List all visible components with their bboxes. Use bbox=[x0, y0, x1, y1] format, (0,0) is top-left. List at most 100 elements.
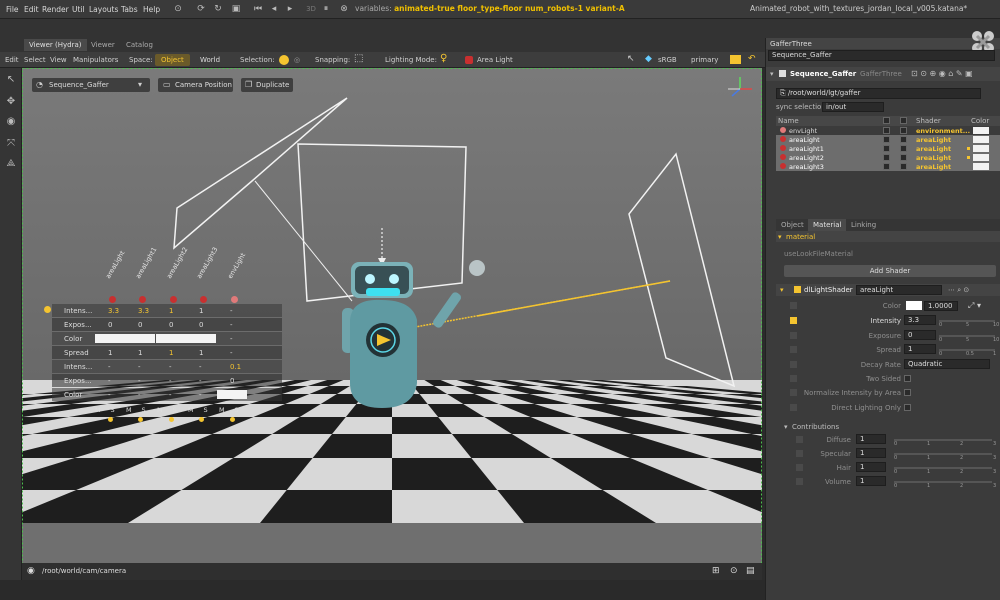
light-icon[interactable] bbox=[200, 296, 207, 303]
light-toggle-checkbox[interactable] bbox=[900, 127, 907, 134]
hud-mute-button[interactable]: M bbox=[219, 406, 225, 414]
lighting-mode-icon[interactable]: ♀ bbox=[440, 53, 447, 64]
hud-solo-button[interactable]: S bbox=[111, 406, 115, 414]
hud-cell[interactable]: - bbox=[199, 363, 202, 371]
gear-icon[interactable]: ⊙ bbox=[172, 3, 184, 15]
menu-tabs[interactable]: Tabs bbox=[121, 5, 138, 14]
expand-icon[interactable]: ▾ bbox=[780, 286, 784, 294]
use-look-file-label[interactable]: useLookFileMaterial bbox=[784, 250, 853, 258]
hud-cell[interactable]: - bbox=[169, 391, 172, 399]
hud-cell[interactable]: - bbox=[230, 307, 233, 315]
hud-cell[interactable]: 0 bbox=[230, 377, 234, 385]
param-value[interactable]: 1 bbox=[856, 448, 886, 458]
hud-cell[interactable]: - bbox=[108, 391, 111, 399]
hud-cell[interactable]: 1 bbox=[169, 307, 173, 315]
param-enable-checkbox[interactable] bbox=[796, 478, 803, 485]
node-name-field[interactable]: Sequence_Gaffer bbox=[768, 50, 995, 61]
name-column-header[interactable]: Name bbox=[778, 117, 799, 125]
hud-solo-button[interactable]: S bbox=[173, 406, 177, 414]
hud-cell[interactable]: 1 bbox=[138, 349, 142, 357]
param-enable-checkbox[interactable] bbox=[790, 302, 797, 309]
play-back-icon[interactable]: ◂ bbox=[268, 3, 280, 15]
menu-view[interactable]: View bbox=[50, 56, 67, 64]
hud-cell[interactable]: - bbox=[108, 377, 111, 385]
menu-layouts[interactable]: Layouts bbox=[89, 5, 118, 14]
shader-dropdown[interactable]: areaLight bbox=[856, 285, 942, 295]
param-slider[interactable] bbox=[894, 467, 992, 469]
hud-cell[interactable]: - bbox=[138, 377, 141, 385]
hud-solo-button[interactable]: S bbox=[204, 406, 208, 414]
hud-cell[interactable]: 1 bbox=[199, 307, 203, 315]
mute-column-header[interactable] bbox=[883, 117, 890, 124]
area-light-label[interactable]: Area Light bbox=[477, 56, 513, 64]
hud-cell[interactable]: 0 bbox=[169, 321, 173, 329]
camera-path[interactable]: /root/world/cam/camera bbox=[42, 567, 126, 575]
light-toggle-checkbox[interactable] bbox=[883, 145, 890, 152]
light-color-swatch[interactable] bbox=[973, 163, 989, 170]
pause-icon[interactable]: ⏸ bbox=[320, 3, 332, 15]
hud-mute-button[interactable]: M bbox=[157, 406, 163, 414]
scale-tool-icon[interactable]: ⤧ bbox=[5, 138, 17, 150]
light-icon[interactable] bbox=[170, 296, 177, 303]
param-checkbox[interactable] bbox=[904, 375, 911, 382]
light-toggle-checkbox[interactable] bbox=[900, 154, 907, 161]
world-space-button[interactable]: World bbox=[194, 54, 226, 66]
hud-cell[interactable]: 3.3 bbox=[108, 307, 119, 315]
shader-enable-checkbox[interactable] bbox=[794, 286, 801, 293]
param-enable-checkbox[interactable] bbox=[790, 361, 797, 368]
param-value[interactable]: 1 bbox=[856, 434, 886, 444]
param-enable-checkbox[interactable] bbox=[790, 375, 797, 382]
pointer-tool-icon[interactable]: ↖ bbox=[5, 74, 17, 86]
shader-column-header[interactable]: Shader bbox=[916, 117, 941, 125]
hud-mute-button[interactable]: M bbox=[95, 406, 101, 414]
hud-cell[interactable]: - bbox=[230, 335, 233, 343]
hud-cell[interactable]: 0.1 bbox=[230, 363, 241, 371]
light-row[interactable]: envLight environment... bbox=[776, 126, 1000, 135]
param-slider[interactable] bbox=[894, 453, 992, 455]
light-toggle-checkbox[interactable] bbox=[883, 154, 890, 161]
rotate-tool-icon[interactable]: ◉ bbox=[5, 116, 17, 128]
tab-material[interactable]: Material bbox=[808, 219, 847, 231]
param-enable-checkbox[interactable] bbox=[790, 346, 797, 353]
hud-cell[interactable]: 0 bbox=[138, 321, 142, 329]
primary-select[interactable]: primary bbox=[691, 56, 718, 64]
refresh-icon[interactable]: ⟳ bbox=[195, 3, 207, 15]
expand-icon[interactable]: ▾ bbox=[770, 70, 774, 78]
srgb-select[interactable]: sRGB bbox=[658, 56, 677, 64]
render-settings-icon[interactable]: ⊞ bbox=[712, 566, 720, 576]
light-icon[interactable] bbox=[109, 296, 116, 303]
hud-light-toggle-icon[interactable] bbox=[44, 306, 51, 313]
tab-catalog[interactable]: Catalog bbox=[121, 39, 158, 51]
menu-util[interactable]: Util bbox=[72, 5, 85, 14]
hud-cell[interactable]: - bbox=[138, 391, 141, 399]
param-enable-checkbox[interactable] bbox=[796, 450, 803, 457]
color-icon[interactable]: ◆ bbox=[645, 54, 652, 64]
light-row[interactable]: areaLight3 areaLight bbox=[776, 162, 1000, 171]
move-tool-icon[interactable]: ✥ bbox=[5, 96, 17, 108]
light-color-swatch[interactable] bbox=[973, 127, 989, 134]
param-enable-checkbox[interactable] bbox=[790, 404, 797, 411]
cursor-icon[interactable]: ↖ bbox=[627, 54, 635, 64]
hud-cell[interactable]: 1 bbox=[199, 349, 203, 357]
param-checkbox[interactable] bbox=[904, 404, 911, 411]
param-value[interactable]: 1.0000 bbox=[924, 301, 958, 311]
sync-selection-dropdown[interactable]: in/out bbox=[822, 102, 884, 112]
menu-file[interactable]: File bbox=[6, 5, 19, 14]
param-value[interactable]: 1 bbox=[904, 344, 936, 354]
hud-cell[interactable]: 0 bbox=[108, 321, 112, 329]
light-row[interactable]: areaLight1 areaLight bbox=[776, 144, 1000, 153]
stop-icon[interactable]: ⊗ bbox=[338, 3, 350, 15]
hud-cell[interactable]: - bbox=[138, 363, 141, 371]
param-value[interactable]: 1 bbox=[856, 476, 886, 486]
hud-cell[interactable]: - bbox=[199, 377, 202, 385]
tab-viewer-hydra[interactable]: Viewer (Hydra) bbox=[24, 39, 87, 51]
capture-icon[interactable]: ▤ bbox=[746, 566, 755, 576]
menu-help[interactable]: Help bbox=[143, 5, 160, 14]
camera-position-button[interactable]: ▭ Camera Position bbox=[158, 78, 233, 92]
hud-cell[interactable]: - bbox=[169, 377, 172, 385]
3d-viewport[interactable]: ◔ Sequence_Gaffer ▾ ▭ Camera Position ❐ … bbox=[22, 68, 762, 580]
solo-column-header[interactable] bbox=[900, 117, 907, 124]
light-toggle-checkbox[interactable] bbox=[900, 163, 907, 170]
undo-view-icon[interactable]: ↶ bbox=[748, 54, 756, 64]
tab-viewer[interactable]: Viewer bbox=[86, 39, 120, 51]
